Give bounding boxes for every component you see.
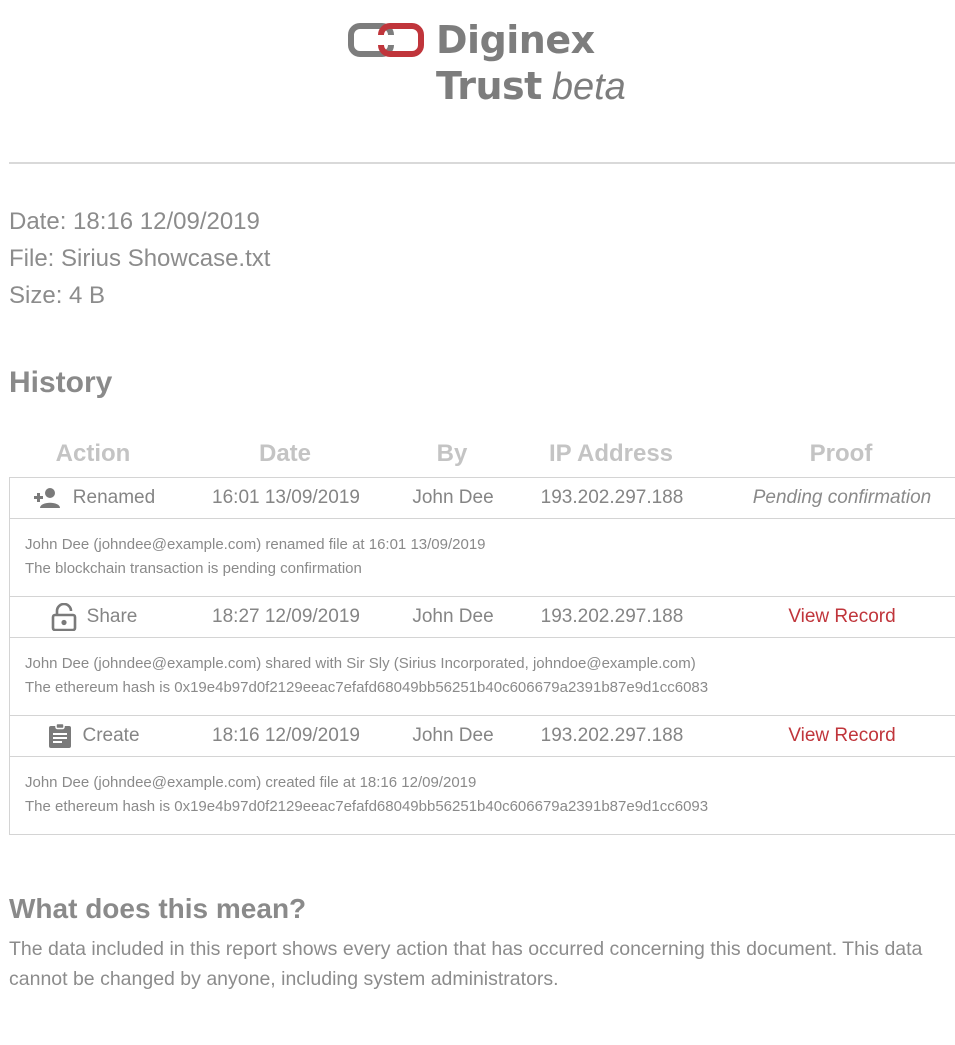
meta-date: Date: 18:16 12/09/2019 bbox=[9, 208, 260, 235]
explanation-text: The data included in this report shows e… bbox=[9, 938, 923, 990]
diginex-trust-logo: Diginex Trust beta bbox=[348, 18, 638, 110]
explanation-heading: What does this mean? bbox=[9, 893, 307, 924]
action-cell: Share bbox=[10, 602, 178, 632]
col-proof-header: Proof bbox=[809, 440, 873, 467]
action-label: Share bbox=[86, 606, 138, 627]
clipboard-icon bbox=[48, 723, 72, 749]
detail-line-2: The blockchain transaction is pending co… bbox=[25, 560, 362, 577]
action-cell: Renamed bbox=[10, 483, 178, 513]
col-action-header: Action bbox=[55, 440, 131, 467]
detail-line-1: John Dee (johndee@example.com) created f… bbox=[25, 774, 477, 791]
detail-line-2: The ethereum hash is 0x19e4b97d0f2129eea… bbox=[25, 679, 709, 696]
header-divider bbox=[9, 162, 955, 164]
by-cell: John Dee bbox=[412, 487, 494, 508]
ip-cell: 193.202.297.188 bbox=[540, 487, 684, 508]
by-cell: John Dee bbox=[412, 725, 494, 746]
history-heading: History bbox=[9, 366, 113, 399]
col-ip-header: IP Address bbox=[548, 440, 674, 467]
row-detail: John Dee (johndee@example.com) created f… bbox=[9, 757, 955, 835]
logo-beta-tag: beta bbox=[551, 66, 626, 108]
detail-line-1: John Dee (johndee@example.com) shared wi… bbox=[25, 655, 696, 672]
table-row: Create 18:16 12/09/2019 John Dee 193.202… bbox=[9, 716, 955, 757]
history-table: Action Date By IP Address Proof Renamed … bbox=[9, 432, 955, 835]
view-record-link[interactable]: View Record bbox=[788, 725, 895, 746]
ip-cell: 193.202.297.188 bbox=[540, 606, 684, 627]
meta-size: Size: 4 B bbox=[9, 282, 106, 309]
proof-cell: View Record bbox=[730, 606, 954, 628]
chain-link-logo-icon bbox=[348, 23, 424, 57]
meta-file: File: Sirius Showcase.txt bbox=[9, 245, 271, 272]
table-row: Share 18:27 12/09/2019 John Dee 193.202.… bbox=[9, 597, 955, 638]
detail-line-1: John Dee (johndee@example.com) renamed f… bbox=[25, 536, 486, 553]
proof-pending-status: Pending confirmation bbox=[752, 487, 932, 508]
table-header: Action Date By IP Address Proof bbox=[9, 432, 955, 478]
date-cell: 18:16 12/09/2019 bbox=[212, 725, 360, 746]
row-detail: John Dee (johndee@example.com) shared wi… bbox=[9, 638, 955, 716]
action-label: Create bbox=[82, 725, 140, 746]
proof-cell: View Record bbox=[730, 725, 954, 747]
action-label: Renamed bbox=[72, 487, 156, 508]
col-by-header: By bbox=[436, 440, 468, 467]
date-cell: 16:01 13/09/2019 bbox=[212, 487, 360, 508]
table-row: Renamed 16:01 13/09/2019 John Dee 193.20… bbox=[9, 478, 955, 519]
file-metadata: Date: 18:16 12/09/2019 File: Sirius Show… bbox=[9, 203, 270, 314]
logo-trust-text: Trust bbox=[436, 64, 542, 108]
date-cell: 18:27 12/09/2019 bbox=[212, 606, 360, 627]
logo-name-line1: Diginex bbox=[436, 18, 595, 62]
row-detail: John Dee (johndee@example.com) renamed f… bbox=[9, 519, 955, 597]
col-date-header: Date bbox=[258, 440, 312, 467]
action-cell: Create bbox=[10, 721, 178, 751]
ip-cell: 193.202.297.188 bbox=[540, 725, 684, 746]
logo-name-line2: Trust beta bbox=[436, 64, 626, 109]
by-cell: John Dee bbox=[412, 606, 494, 627]
detail-line-2: The ethereum hash is 0x19e4b97d0f2129eea… bbox=[25, 798, 709, 815]
lock-open-icon bbox=[51, 603, 77, 631]
person-add-icon bbox=[33, 487, 63, 509]
view-record-link[interactable]: View Record bbox=[788, 606, 895, 627]
